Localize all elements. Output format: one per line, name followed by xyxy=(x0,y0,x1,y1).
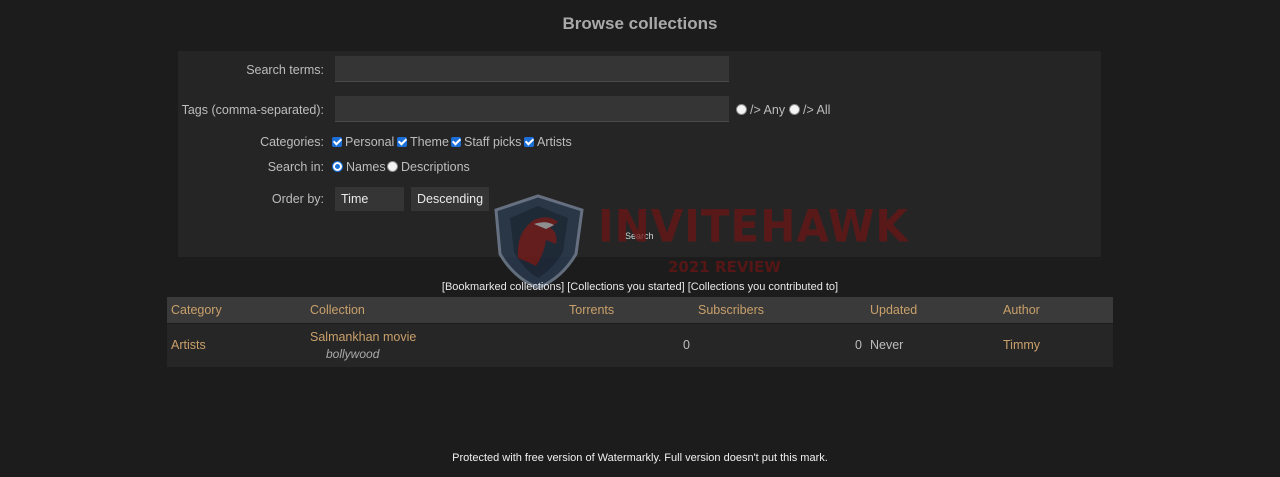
category-personal-option[interactable]: Personal xyxy=(332,128,394,156)
categories-label: Categories: xyxy=(260,135,324,149)
search-in-names-label: Names xyxy=(346,160,386,174)
header-collection[interactable]: Collection xyxy=(310,297,365,323)
results-table: Category Collection Torrents Subscribers… xyxy=(167,297,1113,367)
category-artists-label: Artists xyxy=(537,135,572,149)
order-direction-select[interactable]: Descending xyxy=(411,187,490,211)
search-in-descriptions-radio[interactable] xyxy=(387,161,398,172)
tag-match-any-label: /> Any xyxy=(750,103,786,117)
row-collection-name[interactable]: Salmankhan movie xyxy=(310,330,416,344)
order-by-select[interactable]: Time xyxy=(335,187,404,211)
header-subscribers[interactable]: Subscribers xyxy=(698,297,764,323)
search-terms-row: Search terms: xyxy=(178,56,1101,84)
row-updated: Never xyxy=(870,338,904,352)
search-terms-label: Search terms: xyxy=(246,63,324,77)
categories-row: Categories: Personal Theme Staff picks A… xyxy=(178,128,1101,156)
category-theme-checkbox[interactable] xyxy=(397,137,407,147)
search-panel: Search terms: Tags (comma-separated): />… xyxy=(178,51,1101,257)
search-button[interactable]: Search xyxy=(625,231,654,241)
table-row: Artists Salmankhan movie bollywood 0 0 N… xyxy=(167,323,1113,367)
order-by-label: Order by: xyxy=(271,192,324,206)
header-torrents[interactable]: Torrents xyxy=(569,297,614,323)
row-subscribers: 0 xyxy=(855,338,862,352)
tag-match-all-label: /> All xyxy=(803,103,831,117)
row-author[interactable]: Timmy xyxy=(1003,338,1040,352)
category-theme-label: Theme xyxy=(410,135,449,149)
tags-label: Tags (comma-separated): xyxy=(181,103,324,117)
order-by-row: Order by: Time Descending xyxy=(178,185,1101,213)
search-in-names-option[interactable]: Names xyxy=(332,153,386,181)
search-in-row: Search in: Names Descriptions xyxy=(178,153,1101,181)
watermark-subtitle: 2021 REVIEW xyxy=(668,258,781,276)
row-category[interactable]: Artists xyxy=(171,338,206,352)
collection-links: [Bookmarked collections] [Collections yo… xyxy=(0,281,1280,293)
row-torrents: 0 xyxy=(683,338,690,352)
started-collections-link[interactable]: [Collections you started] xyxy=(567,281,684,293)
header-author[interactable]: Author xyxy=(1003,297,1040,323)
category-theme-option[interactable]: Theme xyxy=(397,128,449,156)
tag-match-all-option[interactable]: /> All xyxy=(789,96,830,124)
category-personal-label: Personal xyxy=(345,135,395,149)
search-in-descriptions-label: Descriptions xyxy=(401,160,470,174)
page-title: Browse collections xyxy=(562,14,718,33)
tags-input[interactable] xyxy=(335,96,729,122)
tag-match-any-radio[interactable] xyxy=(736,104,747,115)
watermarkly-notice: Protected with free version of Watermark… xyxy=(452,452,828,464)
search-in-descriptions-option[interactable]: Descriptions xyxy=(387,153,470,181)
category-artists-checkbox[interactable] xyxy=(524,137,534,147)
header-updated[interactable]: Updated xyxy=(870,297,917,323)
search-in-names-radio[interactable] xyxy=(332,161,343,172)
tag-match-all-radio[interactable] xyxy=(789,104,800,115)
contributed-collections-link[interactable]: [Collections you contributed to] xyxy=(688,281,838,293)
search-in-label: Search in: xyxy=(267,160,324,174)
tag-match-any-option[interactable]: /> Any xyxy=(736,96,785,124)
category-staff-picks-checkbox[interactable] xyxy=(451,137,461,147)
category-staff-picks-label: Staff picks xyxy=(464,135,522,149)
table-header: Category Collection Torrents Subscribers… xyxy=(167,297,1113,323)
search-terms-input[interactable] xyxy=(335,56,729,82)
tags-row: Tags (comma-separated): /> Any /> All xyxy=(178,96,1101,124)
category-personal-checkbox[interactable] xyxy=(332,137,342,147)
category-artists-option[interactable]: Artists xyxy=(524,128,572,156)
row-collection-tags[interactable]: bollywood xyxy=(326,347,379,361)
header-category[interactable]: Category xyxy=(171,297,222,323)
bookmarked-collections-link[interactable]: [Bookmarked collections] xyxy=(442,281,564,293)
category-staff-picks-option[interactable]: Staff picks xyxy=(451,128,521,156)
